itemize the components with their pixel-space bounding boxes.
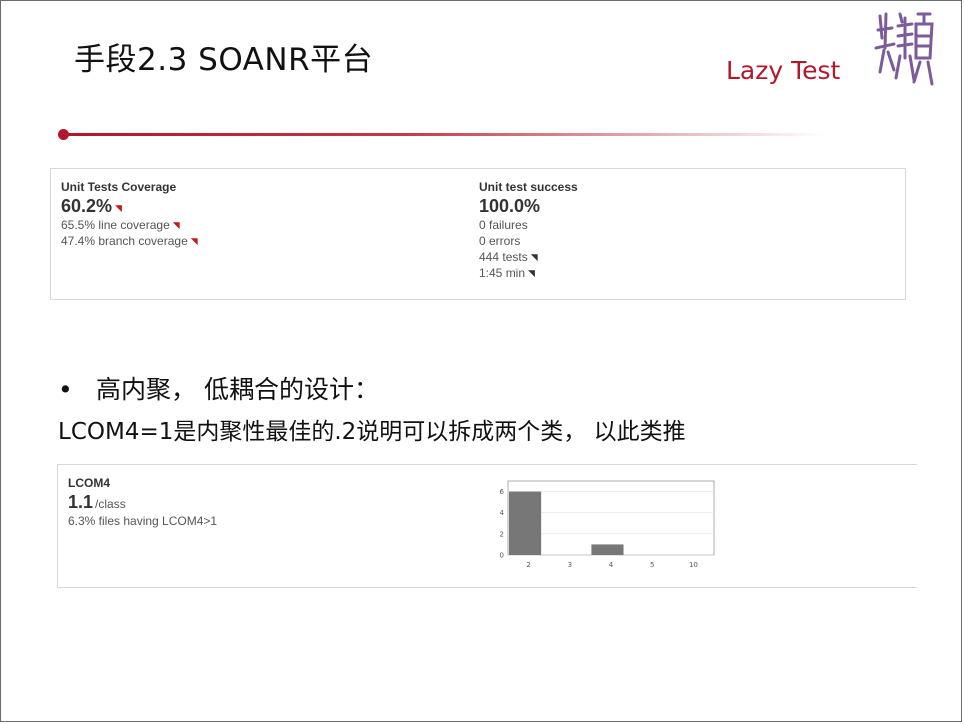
unit-test-success-block: Unit test success 100.0% 0 failures 0 er…	[479, 180, 578, 281]
tests-count[interactable]: 444 tests	[479, 250, 528, 264]
seal-calligraphy-icon	[874, 12, 934, 86]
errors-count[interactable]: 0 errors	[479, 233, 578, 249]
success-title: Unit test success	[479, 180, 578, 194]
chart-bar	[591, 544, 624, 555]
explanation-text: LCOM4=1是内聚性最佳的.2说明可以拆成两个类， 以此类推	[58, 419, 686, 445]
y-tick-label: 2	[500, 530, 504, 538]
trend-down-gray-icon: ◥	[528, 268, 535, 278]
slide-frame	[0, 0, 962, 722]
lcom-metric-block: LCOM4 1.1/class 6.3% files having LCOM4>…	[68, 476, 217, 529]
lcom-detail[interactable]: 6.3% files having LCOM4>1	[68, 513, 217, 529]
lcom-unit: /class	[95, 497, 126, 511]
x-tick-label: 4	[609, 561, 614, 569]
success-value: 100.0%	[479, 196, 541, 216]
slide-title: 手段2.3 SOANR平台	[74, 42, 374, 78]
trend-down-red-icon: ◥	[115, 203, 122, 213]
y-tick-label: 0	[500, 552, 504, 560]
unit-tests-coverage-block: Unit Tests Coverage 60.2% ◥ 65.5% line co…	[61, 180, 198, 249]
bullet-point: • 高内聚， 低耦合的设计：	[58, 370, 379, 406]
lcom-widget: LCOM4 1.1/class 6.3% files having LCOM4>…	[57, 464, 917, 588]
lcom-value: 1.1	[68, 492, 94, 512]
x-tick-label: 5	[650, 561, 654, 569]
y-tick-label: 6	[500, 488, 505, 496]
branch-coverage[interactable]: 47.4% branch coverage	[61, 234, 188, 248]
trend-down-red-icon: ◥	[190, 236, 198, 246]
lcom-distribution-chart: 0 2 4 6 2 3 4 5 10	[500, 480, 715, 569]
x-tick-label: 3	[568, 561, 572, 569]
bullet-icon: •	[58, 375, 73, 404]
coverage-title: Unit Tests Coverage	[61, 180, 177, 194]
title-divider	[64, 133, 824, 136]
x-tick-label: 10	[689, 561, 698, 569]
divider-dot	[58, 129, 69, 140]
lcom-title: LCOM4	[68, 476, 110, 490]
failures-count[interactable]: 0 failures	[479, 217, 578, 233]
trend-down-gray-icon: ◥	[530, 252, 538, 262]
line-coverage[interactable]: 65.5% line coverage	[61, 218, 170, 232]
coverage-value: 60.2%	[61, 196, 113, 216]
brand-text: Lazy Test	[726, 56, 841, 85]
x-tick-label: 2	[526, 561, 530, 569]
coverage-widget: Unit Tests Coverage 60.2% ◥ 65.5% line co…	[50, 168, 906, 300]
chart-bar	[509, 491, 542, 555]
trend-down-red-icon: ◥	[172, 220, 180, 230]
bullet-text: 高内聚， 低耦合的设计：	[96, 375, 379, 404]
test-duration: 1:45 min	[479, 266, 526, 280]
y-tick-label: 4	[500, 509, 505, 517]
